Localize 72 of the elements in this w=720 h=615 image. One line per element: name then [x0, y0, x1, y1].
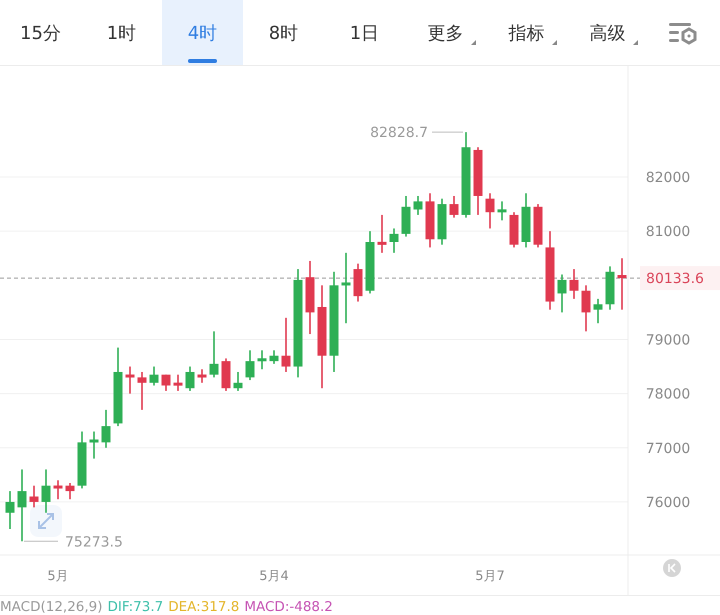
x-axis-label: 5月4: [259, 569, 289, 584]
candlestick: [450, 196, 458, 218]
candlestick: [582, 285, 590, 332]
candlestick: [498, 201, 506, 220]
candlestick: [510, 212, 518, 248]
candlestick: [162, 374, 170, 391]
candlestick: [366, 231, 374, 294]
candlestick: [234, 372, 242, 391]
candlestick: [54, 480, 62, 500]
macd-legend-item: MACD(12,26,9): [0, 599, 103, 615]
candlestick: [138, 372, 146, 410]
macd-legend-item: DEA:317.8: [168, 599, 240, 615]
candlestick: [486, 193, 494, 228]
candlestick: [426, 193, 434, 248]
candlestick: [150, 366, 158, 386]
timeframe-tab[interactable]: 1时: [81, 0, 162, 65]
candlestick: [378, 214, 386, 253]
candlestick: [186, 366, 194, 391]
candlestick: [90, 432, 98, 459]
candlestick: [570, 269, 578, 299]
scroll-to-start-icon[interactable]: [663, 559, 681, 577]
candlestick: [258, 350, 266, 370]
candlestick: [402, 196, 410, 237]
candlestick: [210, 331, 218, 378]
candlestick: [414, 196, 422, 215]
candlestick: [606, 266, 614, 310]
y-axis-label: 77000: [646, 440, 690, 457]
candlestick: [270, 350, 278, 364]
candlestick: [198, 369, 206, 383]
timeframe-tab[interactable]: 更多: [405, 0, 486, 65]
timeframe-tab[interactable]: 高级: [567, 0, 648, 65]
leader-line: [24, 540, 58, 542]
leader-line: [432, 132, 464, 133]
candlestick: [66, 482, 74, 500]
candlestick: [534, 204, 542, 248]
candlestick: [390, 228, 398, 253]
candlestick: [594, 298, 602, 324]
macd-legend-item: MACD:-488.2: [244, 599, 333, 615]
candlestick: [438, 198, 446, 245]
current-price-label: 80133.6: [646, 271, 704, 288]
expand-icon[interactable]: [30, 505, 62, 537]
timeframe-tab[interactable]: 指标: [486, 0, 567, 65]
candlestick: [126, 366, 134, 394]
x-axis-label: 5月: [47, 569, 69, 584]
candlestick: [174, 374, 182, 391]
candlestick: [6, 491, 14, 529]
y-axis-label: 78000: [646, 386, 690, 403]
candlestick: [474, 147, 482, 215]
candlestick: [558, 274, 566, 312]
candlestick: [618, 258, 626, 310]
macd-legend-item: DIF:73.7: [108, 599, 164, 615]
x-axis-label: 5月7: [475, 569, 505, 584]
candlestick: [246, 350, 254, 380]
y-axis-label: 79000: [646, 332, 690, 348]
candlestick: [354, 264, 362, 302]
y-axis-label: 76000: [646, 494, 690, 511]
candlestick: [42, 469, 50, 513]
candlestick: [30, 486, 38, 508]
candlestick: [102, 410, 110, 448]
timeframe-tab[interactable]: 1日: [324, 0, 405, 65]
y-axis-label: 82000: [646, 170, 690, 186]
y-axis-label: 81000: [646, 224, 690, 240]
timeframe-tab[interactable]: 15分: [0, 0, 81, 65]
candlestick: [522, 193, 530, 248]
candlestick: [282, 318, 290, 372]
candlestick: [222, 358, 230, 391]
timeframe-tab[interactable]: 4时: [162, 0, 243, 65]
candlestick: [78, 432, 86, 488]
candlestick: [342, 252, 350, 324]
max-price-label: 82828.7: [370, 125, 428, 142]
min-price-label: 75273.5: [65, 534, 123, 550]
timeframe-tab[interactable]: 8时: [243, 0, 324, 65]
